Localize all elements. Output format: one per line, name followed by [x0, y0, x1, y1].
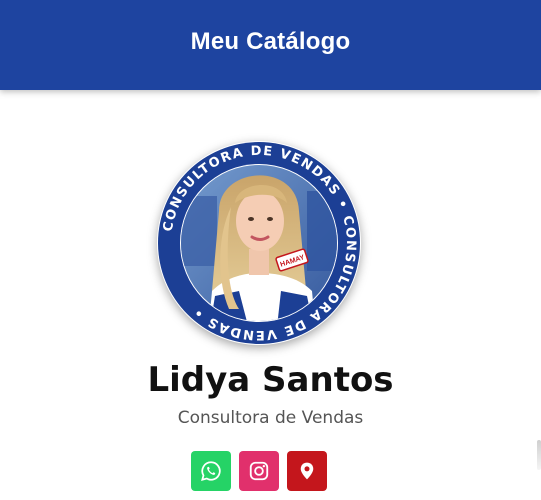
social-links	[191, 451, 327, 491]
profile-name: Lidya Santos	[147, 360, 394, 400]
scroll-indicator	[537, 440, 541, 470]
profile-avatar: HAMAY CONSULTORA DE VENDAS • CONSULTORA …	[157, 141, 361, 345]
map-pin-icon	[300, 462, 314, 480]
page-title: Meu Catálogo	[190, 28, 351, 55]
profile-role: Consultora de Vendas	[177, 408, 364, 428]
instagram-button[interactable]	[239, 451, 279, 491]
app-header: Meu Catálogo	[0, 0, 541, 90]
whatsapp-button[interactable]	[191, 451, 231, 491]
whatsapp-icon	[201, 461, 221, 481]
instagram-icon	[249, 461, 269, 481]
location-button[interactable]	[287, 451, 327, 491]
avatar-photo: HAMAY CONSULTORA DE VENDAS • CONSULTORA …	[158, 142, 360, 344]
